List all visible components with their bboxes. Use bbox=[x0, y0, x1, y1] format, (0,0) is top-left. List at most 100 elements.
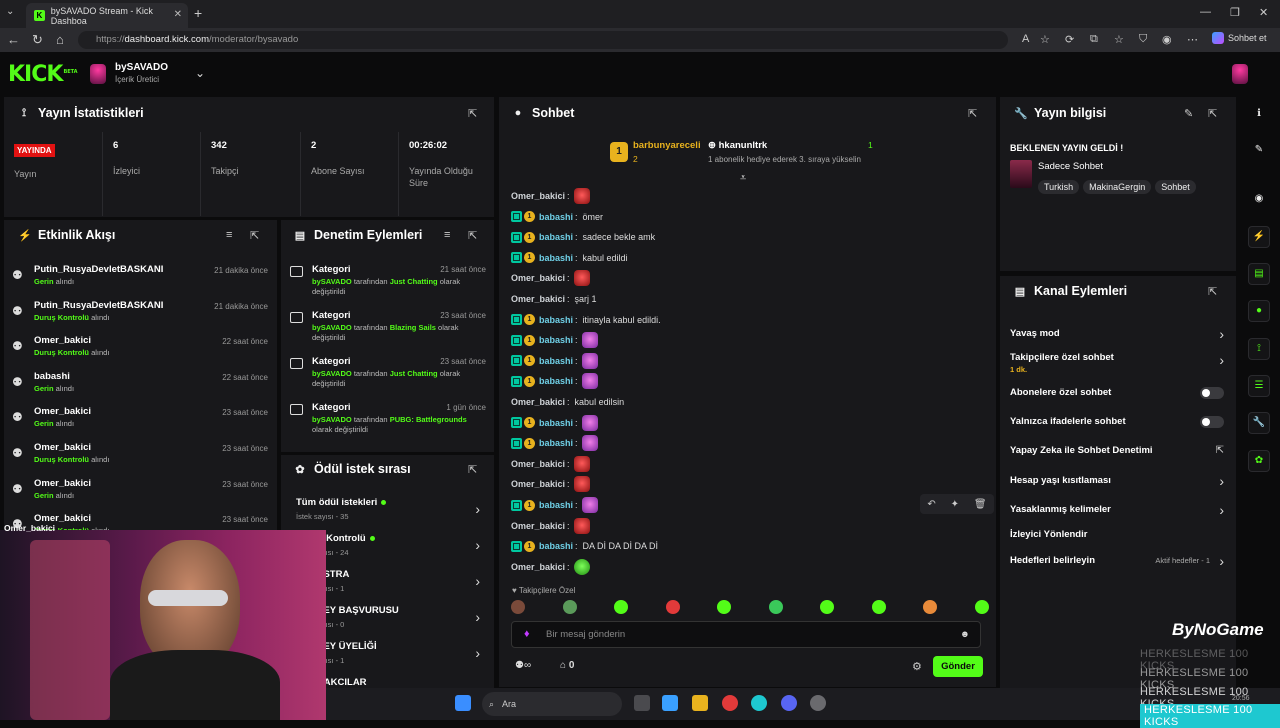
read-aloud-icon[interactable]: A bbox=[1022, 33, 1029, 45]
browser-tab-active[interactable]: K bySAVADO Stream - Kick Dashboa ✕ bbox=[26, 3, 188, 28]
chat-message[interactable]: Omer_bakici: bbox=[511, 517, 590, 535]
chevron-right-icon[interactable]: › bbox=[1219, 326, 1224, 342]
chevron-right-icon[interactable]: › bbox=[475, 573, 480, 589]
chat-username[interactable]: Omer_bakici bbox=[511, 273, 565, 283]
emote-icon[interactable] bbox=[768, 600, 783, 614]
windows-start-icon[interactable] bbox=[455, 695, 471, 711]
discord-icon[interactable] bbox=[781, 695, 797, 711]
popout-icon[interactable]: ⇱ bbox=[468, 229, 477, 242]
channel-action-item[interactable]: Hesap yaşı kısıtlaması › bbox=[1010, 473, 1224, 489]
chat-message[interactable]: Omer_bakici: bbox=[511, 558, 590, 576]
chat-message[interactable]: 1 babashi: bbox=[511, 496, 598, 514]
favorite-star-icon[interactable]: ☆ bbox=[1040, 33, 1050, 46]
chat-message[interactable]: 1 babashi: itinayla kabul edildi. bbox=[511, 311, 661, 329]
expand-icon[interactable]: ⩡ bbox=[740, 172, 746, 185]
new-tab-icon[interactable]: + bbox=[194, 5, 202, 21]
moderation-item[interactable]: Kategori 23 saat önce bySAVADO tarafından … bbox=[290, 356, 486, 400]
close-tab-icon[interactable]: ✕ bbox=[174, 9, 182, 20]
reload-icon[interactable]: ↻ bbox=[32, 32, 43, 48]
emote-icon[interactable] bbox=[665, 600, 680, 614]
chevron-right-icon[interactable]: › bbox=[475, 609, 480, 625]
edge-icon[interactable] bbox=[751, 695, 767, 711]
moderation-item[interactable]: Kategori 1 gün önce bySAVADO tarafından PU… bbox=[290, 402, 486, 446]
channel-action-item[interactable]: Takipçilere özel sohbet 1 dk. › bbox=[1010, 352, 1224, 374]
chat-username[interactable]: Omer_bakici bbox=[511, 521, 565, 531]
edit-pencil-icon[interactable]: ✎ bbox=[1184, 107, 1193, 120]
app-icon[interactable] bbox=[722, 695, 738, 711]
chat-username[interactable]: babashi bbox=[539, 315, 573, 325]
chat-message[interactable]: 1 babashi: bbox=[511, 434, 598, 452]
emote-icon[interactable] bbox=[717, 600, 732, 614]
moderation-item[interactable]: Kategori 21 saat önce bySAVADO tarafından … bbox=[290, 264, 486, 308]
points-balance[interactable]: ⌂ 0 bbox=[560, 660, 574, 671]
chat-username[interactable]: babashi bbox=[539, 232, 573, 242]
chat-message[interactable]: 1 babashi: bbox=[511, 414, 598, 432]
channel-action-item[interactable]: Yasaklanmış kelimeler › bbox=[1010, 502, 1224, 518]
event-item[interactable]: ⚉ Putin_RusyaDevletBASKANI 21 dakika önce D… bbox=[12, 300, 268, 334]
popout-icon[interactable]: ⇱ bbox=[468, 463, 477, 476]
tab-actions-icon[interactable]: ⌄ bbox=[6, 6, 14, 17]
emote-icon[interactable] bbox=[614, 600, 629, 614]
kick-logo[interactable]: KICKBETA bbox=[8, 62, 78, 87]
copilot-button[interactable]: Sohbet et bbox=[1212, 32, 1267, 44]
url-input[interactable]: https://dashboard.kick.com/moderator/bys… bbox=[78, 31, 1008, 49]
wrench-icon[interactable]: 🔧 bbox=[1248, 412, 1270, 434]
chat-bubble-icon[interactable]: ● bbox=[1248, 300, 1270, 322]
chevron-right-icon[interactable]: › bbox=[1219, 352, 1224, 368]
collections-icon[interactable]: ☆ bbox=[1114, 33, 1124, 46]
chat-username[interactable]: Omer_bakici bbox=[511, 397, 565, 407]
channel-action-item[interactable]: Abonelere özel sohbet bbox=[1010, 387, 1224, 399]
folder-icon[interactable] bbox=[692, 695, 708, 711]
chat-username[interactable]: babashi bbox=[539, 253, 573, 263]
back-icon[interactable]: ← bbox=[7, 32, 20, 47]
popout-icon[interactable]: ⇱ bbox=[968, 107, 977, 120]
chevron-right-icon[interactable]: › bbox=[475, 537, 480, 553]
chat-message[interactable]: Omer_bakici: bbox=[511, 475, 590, 493]
send-button[interactable]: Gönder bbox=[933, 656, 983, 677]
external-link-icon[interactable]: ⇱ bbox=[1216, 445, 1224, 456]
toggle-switch[interactable] bbox=[1200, 416, 1224, 428]
taskbar-search[interactable]: ⌕ Ara bbox=[482, 692, 622, 716]
chevron-right-icon[interactable]: › bbox=[1219, 473, 1224, 489]
chat-username[interactable]: Omer_bakici bbox=[511, 294, 565, 304]
event-item[interactable]: ⚉ Omer_bakici 23 saat önce Gerin alındı bbox=[12, 478, 268, 512]
toggle-switch[interactable] bbox=[1200, 387, 1224, 399]
chat-username[interactable]: Omer_bakici bbox=[511, 191, 565, 201]
chat-message[interactable]: Omer_bakici: şarj 1 bbox=[511, 290, 597, 308]
more-menu-icon[interactable]: ⋯ bbox=[1187, 33, 1198, 46]
event-item[interactable]: ⚉ Omer_bakici 23 saat önce Gerin alındı bbox=[12, 406, 268, 440]
event-item[interactable]: ⚉ Putin_RusyaDevletBASKANI 21 dakika önce G… bbox=[12, 264, 268, 298]
reply-icon[interactable]: ↶ bbox=[927, 499, 935, 510]
emoji-picker-icon[interactable]: ☻ bbox=[960, 622, 970, 647]
popout-icon[interactable]: ⇱ bbox=[250, 229, 259, 242]
chat-message[interactable]: 1 babashi: bbox=[511, 372, 598, 390]
channel-action-item[interactable]: Yavaş mod › bbox=[1010, 326, 1224, 342]
split-screen-icon[interactable]: ⧉ bbox=[1090, 33, 1098, 46]
chat-username[interactable]: babashi bbox=[539, 500, 573, 510]
chat-message[interactable]: 1 babashi: bbox=[511, 352, 598, 370]
emote-icon[interactable] bbox=[871, 600, 886, 614]
chat-username[interactable]: Omer_bakici bbox=[511, 479, 565, 489]
chat-message[interactable]: Omer_bakici: bbox=[511, 269, 590, 287]
channel-points-icon[interactable]: ⚉∞ bbox=[515, 660, 531, 671]
clipboard-icon[interactable]: ▤ bbox=[1248, 263, 1270, 285]
pencil-icon[interactable]: ✎ bbox=[1248, 140, 1270, 162]
channel-switch-chevron-down-icon[interactable]: ⌄ bbox=[195, 66, 205, 80]
chat-username[interactable]: babashi bbox=[539, 212, 573, 222]
chat-username[interactable]: Omer_bakici bbox=[511, 459, 565, 469]
chat-username[interactable]: babashi bbox=[539, 356, 573, 366]
channel-action-item[interactable]: Yalnızca ifadelerle sohbet bbox=[1010, 416, 1224, 428]
chat-username[interactable]: Omer_bakici bbox=[511, 562, 565, 572]
pin-icon[interactable]: ✦ bbox=[951, 499, 959, 510]
popout-icon[interactable]: ⇱ bbox=[1208, 285, 1217, 298]
channel-action-item[interactable]: İzleyici Yönlendir bbox=[1010, 529, 1224, 540]
chevron-right-icon[interactable]: › bbox=[475, 645, 480, 661]
chevron-right-icon[interactable]: › bbox=[1219, 553, 1224, 569]
channel-action-item[interactable]: Hedefleri belirleyin › Aktif hedefler - 1 bbox=[1010, 553, 1224, 569]
home-icon[interactable]: ⌂ bbox=[56, 32, 64, 47]
chat-message[interactable]: 1 babashi: DA Dİ DA Dİ DA Dİ bbox=[511, 537, 658, 555]
chat-message[interactable]: 1 babashi: bbox=[511, 331, 598, 349]
task-view-icon[interactable] bbox=[634, 695, 650, 711]
reward-queue-item[interactable]: Tüm ödül istekleri İstek sayısı - 35 › bbox=[296, 497, 480, 527]
chat-message[interactable]: Omer_bakici: kabul edilsin bbox=[511, 393, 624, 411]
